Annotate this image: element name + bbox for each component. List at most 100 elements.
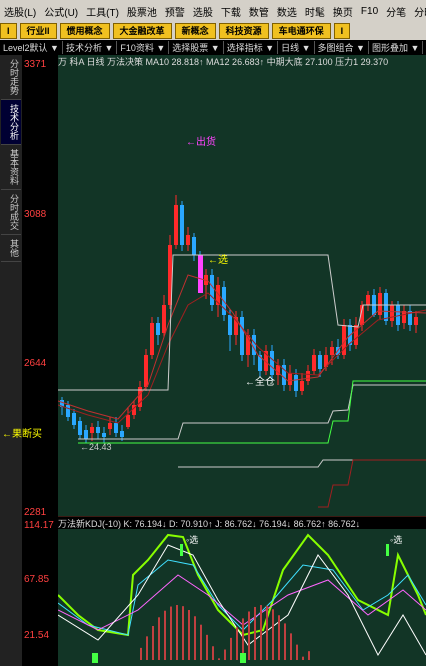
candle — [72, 413, 76, 425]
indicator-bar — [260, 605, 262, 660]
chart-tab[interactable]: 多图组合 ▼ — [315, 41, 369, 54]
out-label: ←出货 — [186, 135, 216, 148]
candle — [114, 423, 118, 433]
price-tick: 2644 — [24, 358, 47, 369]
candle — [240, 317, 244, 355]
candle — [96, 427, 100, 433]
indicator-bar — [206, 634, 208, 660]
candle — [330, 347, 334, 355]
chart-tab[interactable]: F10资料 ▼ — [117, 41, 170, 54]
menu-item[interactable]: 预警 — [161, 4, 189, 19]
toolbar-left-button[interactable]: I — [0, 23, 17, 39]
full-label: ←全仓 — [245, 375, 275, 388]
menu-item[interactable]: 公式(U) — [40, 4, 82, 19]
indicator-bar — [140, 647, 142, 660]
menu-item[interactable]: 时髦 — [301, 4, 329, 19]
indicator-bar — [200, 624, 202, 660]
kline-chart[interactable]: 万 科A 日线 万法决策 MA10 28.818↑ MA12 26.683↑ 中… — [58, 55, 426, 666]
menu-item[interactable]: 分时 — [410, 4, 426, 19]
indicator-bar — [152, 625, 154, 660]
candle — [186, 235, 190, 245]
candle — [306, 371, 310, 381]
indicator-bar — [266, 605, 268, 660]
price-tick: 2281 — [24, 507, 47, 518]
indicator-bar — [308, 651, 310, 660]
menu-bar: 选股(L)公式(U)工具(T)股票池预警选股下载数管数选时髦换页F10分笔分时1 — [0, 0, 426, 22]
candle — [120, 431, 124, 437]
candle — [414, 317, 418, 325]
candle — [150, 323, 154, 355]
indicator-bar — [254, 606, 256, 660]
candle — [174, 205, 178, 245]
chart-tab[interactable]: 图形叠加 ▼ — [369, 41, 424, 54]
select-label: ←选 — [208, 253, 228, 266]
candle — [378, 293, 382, 315]
toolbar-button-1[interactable]: 惯用概念 — [59, 23, 110, 39]
indicator-bar — [182, 606, 184, 660]
toolbar-button-5[interactable]: 车电通环保 — [271, 23, 331, 39]
side-tab[interactable]: 技术分析 — [1, 100, 21, 145]
indicator-bar — [218, 658, 220, 660]
candle — [354, 325, 358, 345]
candle — [294, 375, 298, 391]
menu-item[interactable]: 数选 — [273, 4, 301, 19]
toolbar-right-button[interactable]: I — [333, 23, 351, 39]
toolbar-button-2[interactable]: 大金融改革 — [112, 23, 172, 39]
candle — [144, 355, 148, 387]
candle — [66, 405, 70, 417]
indicator-bar — [278, 615, 280, 660]
candle — [192, 237, 196, 255]
menu-item[interactable]: 数管 — [245, 4, 273, 19]
ma-line — [178, 459, 426, 468]
indicator-bar — [146, 636, 148, 660]
indicator-bar — [290, 633, 292, 660]
indicator-bar — [194, 616, 196, 660]
candle-highlight — [198, 255, 203, 293]
indicator-signal — [180, 544, 183, 556]
candle — [318, 355, 322, 369]
menu-item[interactable]: 下载 — [217, 4, 245, 19]
chart-tab[interactable]: 日线 ▼ — [278, 41, 315, 54]
menu-item[interactable]: 选股 — [189, 4, 217, 19]
indicator-tick: 114.17 — [24, 520, 54, 531]
menu-item[interactable]: 工具(T) — [82, 4, 123, 19]
indicator-tick: 67.85 — [24, 574, 50, 585]
menu-item[interactable]: 股票池 — [123, 4, 161, 19]
indicator-signal — [92, 653, 98, 663]
side-tab[interactable]: 分时走势 — [1, 55, 21, 100]
indicator-bar — [164, 610, 166, 660]
candle — [312, 355, 316, 371]
candle — [156, 323, 160, 335]
side-tab[interactable]: 其他 — [1, 235, 21, 262]
candle — [126, 415, 130, 427]
chart-tab[interactable]: Level2默认 ▼ — [0, 41, 63, 54]
ind-select-label: ◦选 — [390, 534, 402, 545]
candle — [108, 423, 112, 429]
buy-label: ←果断买 — [2, 429, 42, 440]
menu-item[interactable]: 分笔 — [382, 4, 410, 19]
candle — [228, 315, 232, 335]
menu-item[interactable]: 换页 — [329, 4, 357, 19]
toolbar-button-0[interactable]: 行业II — [19, 23, 57, 39]
indicator-signal — [386, 544, 389, 556]
side-tab[interactable]: 分时成交 — [1, 190, 21, 235]
chart-tab[interactable]: 技术分析 ▼ — [63, 41, 118, 54]
ma-line — [318, 459, 426, 508]
side-tab[interactable]: 基本资料 — [1, 145, 21, 190]
candle — [300, 381, 304, 391]
candle — [90, 427, 94, 433]
price-axis: 3371 3088 2644 2281 114.17 67.85 21.54 ←… — [2, 55, 59, 666]
indicator-bar — [284, 623, 286, 660]
indicator-bar — [170, 606, 172, 660]
price-tick: 3088 — [24, 209, 47, 220]
indicator-header: 万法新KDJ(-10) K: 76.194↓ D: 70.910↑ J: 86.… — [58, 517, 426, 529]
menu-item[interactable]: F10 — [357, 6, 382, 17]
toolbar-button-3[interactable]: 新概念 — [174, 23, 216, 39]
chart-tab[interactable]: 选择指标 ▼ — [224, 41, 279, 54]
ind-select-label: ◦选 — [186, 534, 198, 545]
chart-tab[interactable]: 选择股票 ▼ — [169, 41, 224, 54]
indicator-bar — [230, 637, 232, 660]
menu-item[interactable]: 选股(L) — [0, 4, 40, 19]
candle — [384, 293, 388, 321]
toolbar-button-4[interactable]: 科技资源 — [218, 23, 269, 39]
